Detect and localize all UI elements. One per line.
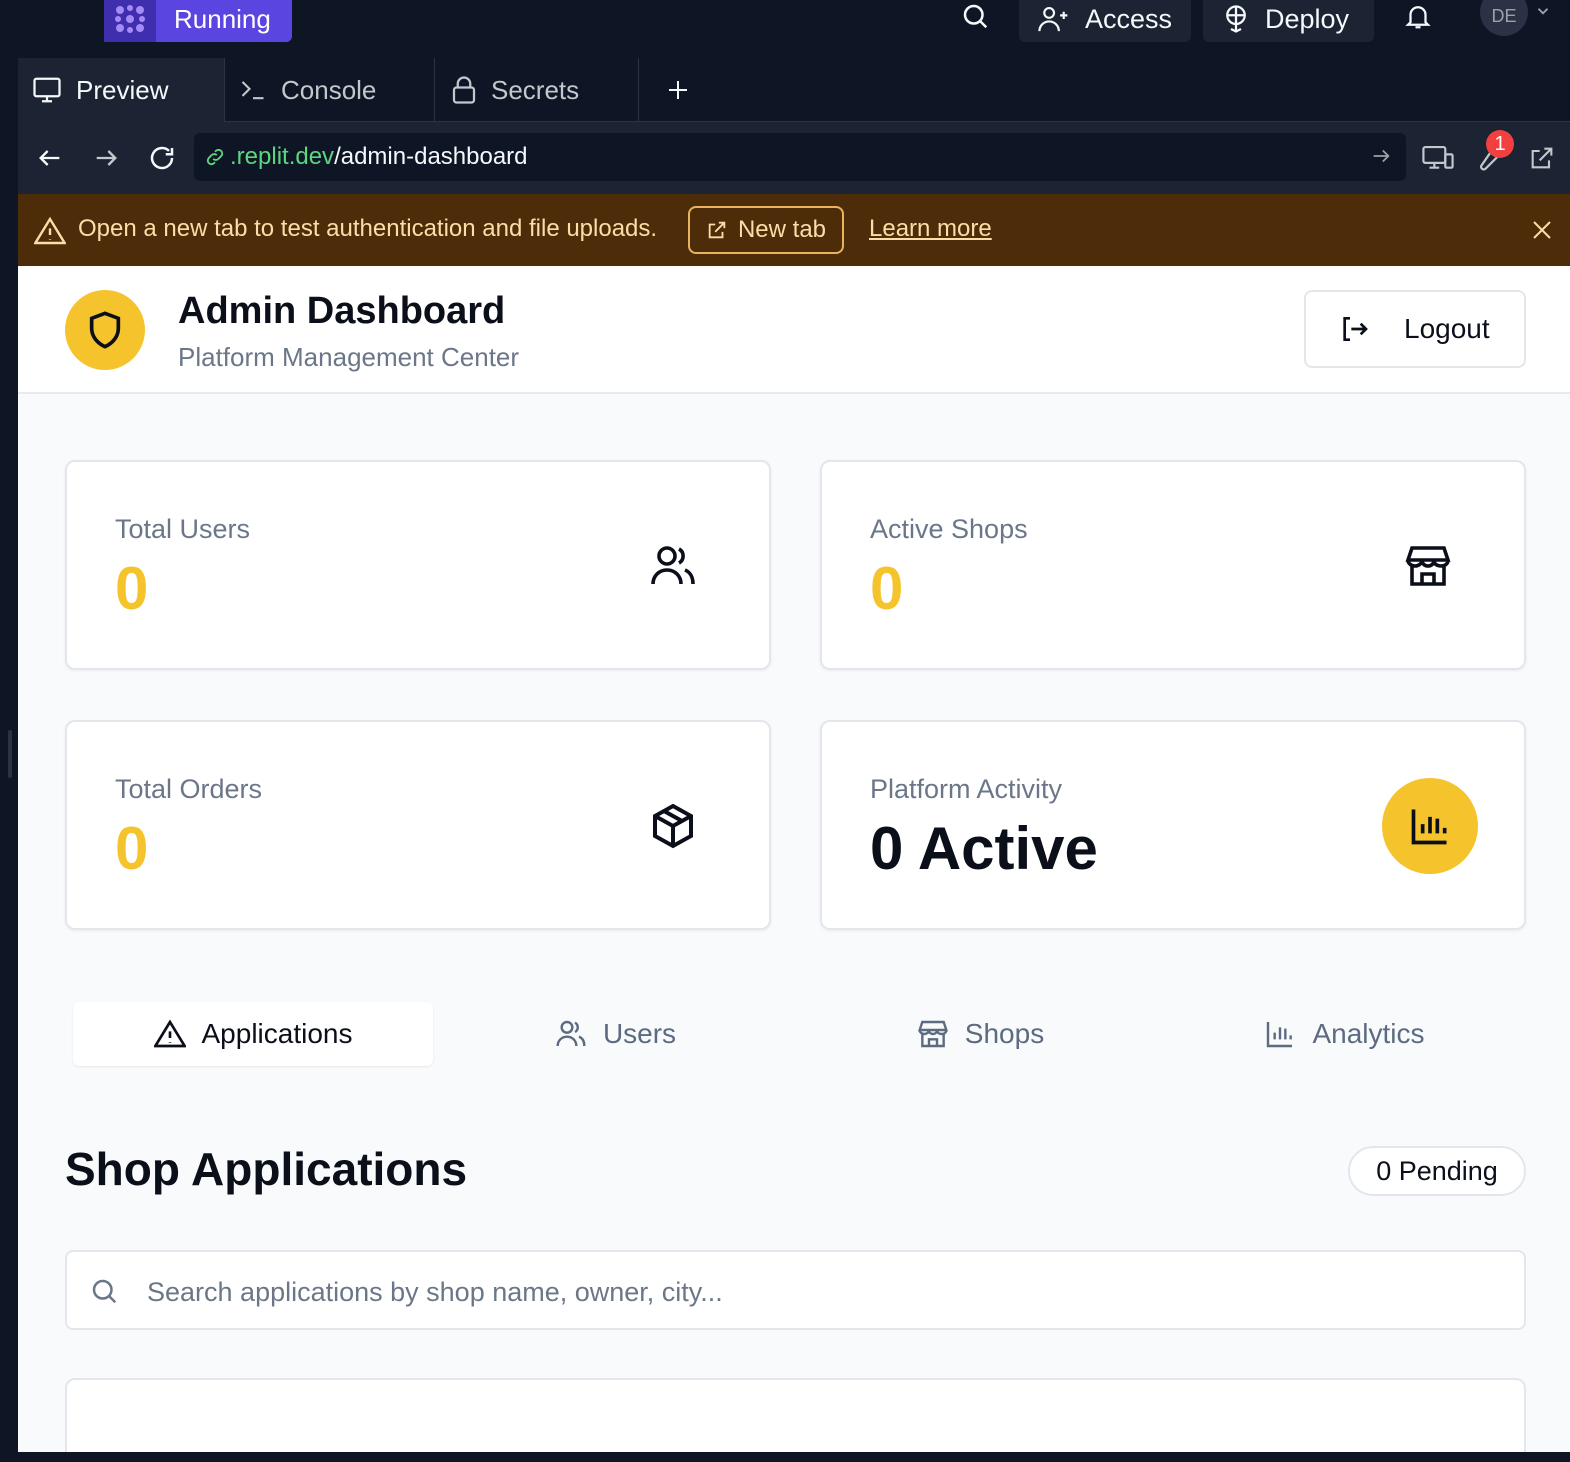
tab-console-label: Console — [281, 74, 377, 105]
tab-console[interactable]: Console — [225, 58, 435, 122]
monitor-icon — [32, 76, 62, 104]
search-input[interactable] — [147, 1270, 1507, 1314]
tab-applications[interactable]: Applications — [73, 1002, 433, 1066]
url-domain: .replit.dev — [230, 143, 335, 170]
tab-secrets-label: Secrets — [491, 74, 580, 105]
auth-warning-banner: Open a new tab to test authentication an… — [18, 194, 1570, 266]
bottom-edge — [0, 1452, 1570, 1462]
go-arrow-icon[interactable] — [1370, 145, 1392, 167]
logout-button[interactable]: Logout — [1304, 290, 1526, 368]
lock-icon — [451, 75, 477, 105]
store-icon — [917, 1018, 949, 1050]
stat-label: Total Orders — [115, 774, 263, 804]
user-avatar[interactable]: DE — [1480, 0, 1528, 36]
forward-arrow-icon[interactable] — [88, 140, 124, 176]
stat-value: 0 — [115, 815, 149, 882]
stat-card-platform-activity: Platform Activity 0 Active — [820, 720, 1526, 930]
warning-icon — [34, 216, 66, 246]
applications-search — [65, 1250, 1526, 1330]
dashboard-tabs: Applications Users Shops Analytics — [66, 996, 1526, 1068]
users-icon — [555, 1018, 587, 1050]
back-arrow-icon[interactable] — [32, 140, 68, 176]
pane-tab-strip: Preview Console Secrets — [18, 58, 1570, 122]
replit-logo-icon — [104, 0, 156, 42]
stat-card-total-orders: Total Orders 0 — [65, 720, 771, 930]
users-icon — [649, 542, 697, 590]
deploy-icon — [1221, 4, 1251, 34]
stat-label: Total Users — [115, 514, 251, 544]
tab-shops[interactable]: Shops — [798, 1002, 1163, 1066]
deploy-button[interactable]: Deploy — [1203, 0, 1374, 42]
terminal-icon — [239, 76, 267, 104]
close-icon[interactable] — [1530, 218, 1554, 242]
stat-card-active-shops: Active Shops 0 — [820, 460, 1526, 670]
access-button[interactable]: Access — [1019, 0, 1191, 42]
notifications-bell-icon[interactable] — [1398, 0, 1438, 36]
url-bar[interactable]: .replit.dev /admin-dashboard — [194, 133, 1406, 181]
stat-value: 0 — [115, 555, 149, 622]
reload-icon[interactable] — [144, 140, 180, 176]
banner-message: Open a new tab to test authentication an… — [78, 215, 658, 242]
stat-label: Platform Activity — [870, 774, 1063, 804]
page-title: Admin Dashboard — [178, 290, 506, 332]
tab-analytics-label: Analytics — [1312, 1018, 1425, 1049]
stat-value: 0 — [870, 555, 904, 622]
applications-list — [65, 1378, 1526, 1452]
pending-count-badge: 0 Pending — [1348, 1146, 1526, 1196]
chevron-down-icon[interactable] — [1534, 2, 1552, 20]
deploy-label: Deploy — [1265, 3, 1350, 34]
preview-toolbar: .replit.dev /admin-dashboard — [18, 122, 1570, 194]
logout-label: Logout — [1404, 313, 1490, 344]
access-label: Access — [1085, 3, 1173, 34]
resize-handle[interactable] — [8, 730, 12, 778]
url-path: /admin-dashboard — [334, 143, 528, 170]
package-icon — [649, 802, 697, 850]
tab-shops-label: Shops — [964, 1018, 1045, 1049]
tab-applications-label: Applications — [201, 1018, 353, 1049]
stat-card-total-users: Total Users 0 — [65, 460, 771, 670]
search-icon — [89, 1276, 119, 1306]
external-link-icon[interactable] — [1524, 140, 1560, 176]
add-user-icon — [1037, 4, 1071, 34]
bar-chart-icon — [1264, 1018, 1296, 1050]
tab-preview[interactable]: Preview — [18, 58, 225, 122]
bar-chart-icon — [1382, 778, 1478, 874]
run-button[interactable]: Running — [104, 0, 292, 42]
app-preview: Admin Dashboard Platform Management Cent… — [18, 266, 1570, 1452]
devices-icon[interactable] — [1420, 140, 1456, 176]
shield-icon — [65, 290, 145, 370]
ide-topbar: Running Access Deploy DE — [0, 0, 1570, 58]
page-subtitle: Platform Management Center — [178, 342, 520, 372]
new-tab-label: New tab — [737, 216, 827, 243]
logout-icon — [1338, 313, 1370, 345]
new-tab-button[interactable]: New tab — [688, 206, 844, 254]
tab-secrets[interactable]: Secrets — [435, 58, 639, 122]
tab-users[interactable]: Users — [433, 1002, 798, 1066]
search-icon[interactable] — [955, 0, 995, 36]
run-status-label: Running — [156, 0, 292, 42]
stat-label: Active Shops — [870, 514, 1028, 544]
tab-preview-label: Preview — [76, 74, 169, 105]
store-icon — [1404, 542, 1452, 590]
add-tab-icon[interactable] — [658, 72, 698, 108]
learn-more-link[interactable]: Learn more — [869, 215, 992, 243]
alert-triangle-icon — [153, 1019, 186, 1049]
section-title: Shop Applications — [65, 1143, 468, 1195]
tab-analytics[interactable]: Analytics — [1163, 1002, 1526, 1066]
devtools-badge: 1 — [1486, 130, 1514, 158]
external-link-icon — [706, 219, 728, 241]
link-icon — [204, 146, 226, 168]
stat-value: 0 Active — [870, 815, 1098, 882]
tab-users-label: Users — [602, 1018, 677, 1049]
dashboard-header: Admin Dashboard Platform Management Cent… — [18, 266, 1570, 394]
